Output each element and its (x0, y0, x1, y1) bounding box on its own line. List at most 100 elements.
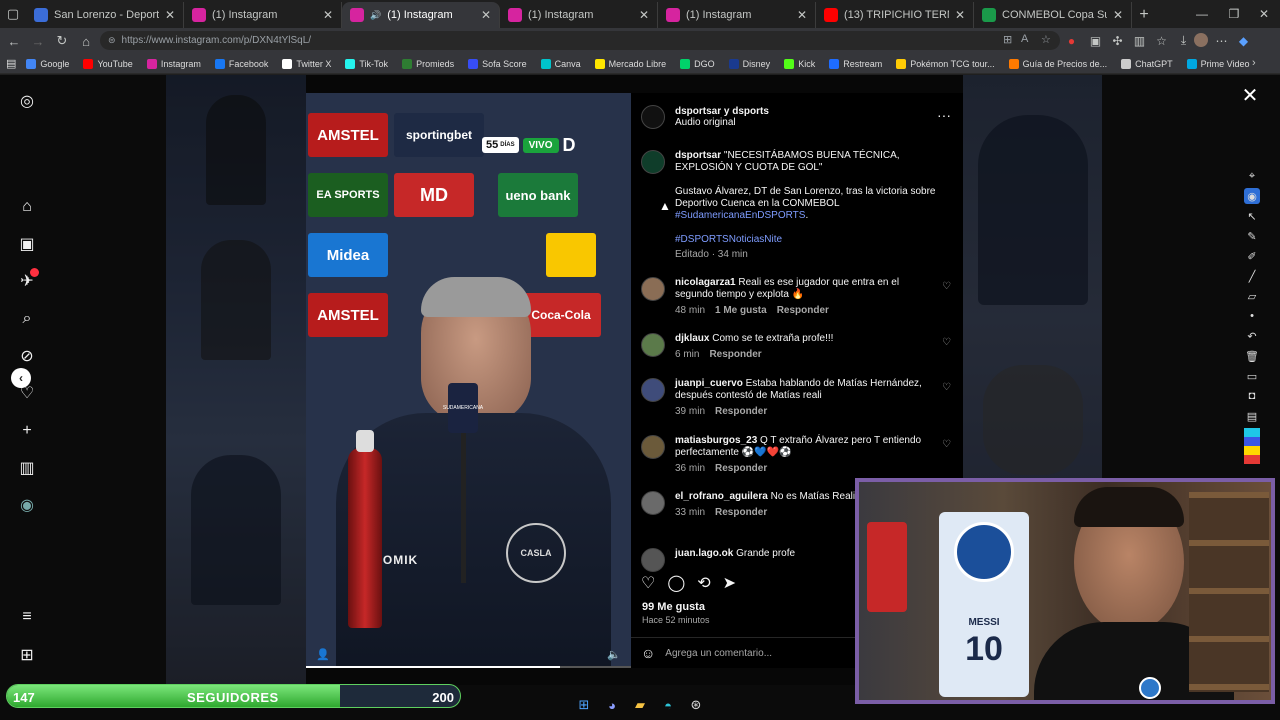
undo-icon[interactable]: ↶ (1244, 328, 1260, 344)
tab-close-icon[interactable]: ✕ (323, 8, 333, 22)
bookmark-item[interactable]: YouTube (83, 58, 133, 69)
line-icon[interactable]: ╱ (1244, 268, 1260, 284)
comment-input[interactable]: Agrega un comentario... (665, 648, 772, 659)
bookmark-item[interactable]: Restream (829, 58, 882, 69)
color-palette[interactable] (1244, 428, 1260, 464)
browser-tab-3[interactable]: (1) Instagram ✕ (500, 2, 658, 28)
bookmark-item[interactable]: Facebook (214, 58, 268, 69)
commenter-avatar[interactable] (641, 277, 665, 301)
minimize-icon[interactable]: — (1186, 0, 1218, 28)
commenter-avatar[interactable] (641, 333, 665, 357)
author-names[interactable]: dsportsar y dsports (675, 106, 769, 117)
file-explorer-icon[interactable]: ▰ (631, 696, 649, 714)
browser-tab-5[interactable]: (13) TRIPICHIO TERMINÓ DE LIQ ✕ (816, 2, 974, 28)
marker-icon[interactable]: ✐ (1244, 248, 1260, 264)
split-screen-icon[interactable]: ▥ (1130, 31, 1149, 50)
commenter-avatar[interactable] (641, 378, 665, 402)
more-options-icon[interactable]: ··· (937, 107, 951, 123)
favorites-icon[interactable]: ☆ (1152, 31, 1171, 50)
bookmark-item[interactable]: Google (26, 58, 69, 69)
reply-button[interactable]: Responder (715, 507, 767, 518)
tab-search-icon[interactable]: ▢ (0, 0, 26, 28)
bookmark-item[interactable]: Pokémon TCG tour... (896, 58, 995, 69)
commenter-username[interactable]: juanpi_cuervo (675, 378, 743, 389)
create-nav-icon[interactable]: + (17, 421, 37, 441)
audio-label[interactable]: Audio original (675, 117, 769, 129)
browser-tab-6[interactable]: CONMEBOL Copa Sudamericana ✕ (974, 2, 1132, 28)
comment-like-icon[interactable]: ♡ (942, 337, 951, 348)
repost-icon[interactable]: ⟲ (697, 573, 710, 593)
hashtag-noticias[interactable]: #DSPORTSNoticiasNite (675, 234, 950, 245)
comment-like-icon[interactable]: ♡ (942, 382, 951, 393)
forward-icon[interactable]: → (26, 29, 50, 53)
tab-close-icon[interactable]: ✕ (639, 8, 649, 22)
back-icon[interactable]: ← (2, 29, 26, 53)
caption-avatar[interactable] (641, 150, 665, 174)
search-nav-icon[interactable]: ⌕ (17, 309, 37, 329)
unmute-icon[interactable]: 🔈 (607, 648, 621, 661)
new-tab-button[interactable]: + (1132, 2, 1156, 28)
bookmark-item[interactable]: Canva (540, 58, 581, 69)
more-menu-icon[interactable]: ≡ (17, 607, 37, 627)
windows-start-icon[interactable]: ⊞ (575, 696, 593, 714)
site-info-icon[interactable]: ⊜ (108, 35, 116, 46)
dot-icon[interactable]: • (1244, 308, 1260, 324)
author-avatar[interactable] (641, 105, 665, 129)
comment-icon[interactable]: ◯ (667, 573, 685, 593)
bookmark-item[interactable]: Sofa Score (468, 58, 527, 69)
close-modal-icon[interactable]: ✕ (1240, 85, 1260, 107)
browser-tab-4[interactable]: (1) Instagram ✕ (658, 2, 816, 28)
bookmark-item[interactable]: Twitter X (282, 58, 331, 69)
hashtag-sudamericana[interactable]: #SudamericanaEnDSPORTS (675, 210, 805, 221)
caption-username[interactable]: dsportsar (675, 150, 721, 161)
reels-nav-icon[interactable]: ▣ (17, 234, 37, 254)
commenter-avatar[interactable] (641, 548, 665, 572)
maximize-icon[interactable]: ❐ (1218, 0, 1250, 28)
tagged-user-icon[interactable]: 👤 (316, 648, 330, 661)
reload-icon[interactable]: ↻ (50, 29, 74, 53)
install-app-icon[interactable]: ⊞ (1003, 33, 1012, 46)
dashboard-nav-icon[interactable]: ▥ (17, 458, 37, 478)
home-nav-icon[interactable]: ⌂ (17, 197, 37, 217)
commenter-username[interactable]: matiasburgos_23 (675, 435, 757, 446)
share-icon[interactable]: ➤ (723, 573, 736, 593)
camera-icon[interactable]: ◘ (1244, 388, 1260, 404)
commenter-avatar[interactable] (641, 491, 665, 515)
address-bar[interactable]: ⊜ https://www.instagram.com/p/DXN4tYlSqL… (100, 31, 1060, 50)
previous-post-button[interactable]: ‹ (11, 368, 31, 388)
likes-count[interactable]: 99 Me gusta (642, 601, 705, 613)
like-icon[interactable]: ♡ (641, 573, 655, 593)
tab-audio-icon[interactable]: 🔊 (370, 10, 381, 21)
discord-icon[interactable]: ◕ (603, 696, 621, 714)
browser-tab-2[interactable]: 🔊 (1) Instagram ✕ (342, 2, 500, 28)
comment-likes[interactable]: 1 Me gusta (715, 305, 767, 316)
commenter-avatar[interactable] (641, 435, 665, 459)
bookmark-item[interactable]: Instagram (146, 58, 201, 69)
profile-avatar[interactable] (1194, 33, 1208, 47)
commenter-username[interactable]: djklaux (675, 333, 709, 344)
emoji-icon[interactable]: ☺ (641, 645, 655, 661)
bookmark-item[interactable]: Tik-Tok (345, 58, 388, 69)
browser-tab-0[interactable]: San Lorenzo - Deportivo Cuenca e ✕ (26, 2, 184, 28)
close-window-icon[interactable]: ✕ (1248, 0, 1280, 28)
reply-button[interactable]: Responder (777, 305, 829, 316)
bookmark-item[interactable]: DGO (680, 58, 715, 69)
eraser-icon[interactable]: ▱ (1244, 288, 1260, 304)
commenter-username[interactable]: el_rofrano_aguilera (675, 491, 768, 502)
screen-icon[interactable]: ▭ (1244, 368, 1260, 384)
extension-icon[interactable]: ▣ (1086, 31, 1105, 50)
bookmark-item[interactable]: Guía de Precios de... (1008, 58, 1107, 69)
bookmark-item[interactable]: Kick (784, 58, 815, 69)
copilot-icon[interactable]: ◆ (1234, 31, 1253, 50)
commenter-username[interactable]: juan.lago.ok (675, 548, 733, 559)
obs-icon[interactable]: ⊛ (687, 696, 705, 714)
bookmark-item[interactable]: ChatGPT (1121, 58, 1173, 69)
eye-icon[interactable]: ◉ (1244, 188, 1260, 204)
read-aloud-icon[interactable]: A (1021, 33, 1028, 45)
comment-like-icon[interactable]: ♡ (942, 439, 951, 450)
pen-icon[interactable]: ✎ (1244, 228, 1260, 244)
bookmark-item[interactable]: Disney (728, 58, 770, 69)
reply-button[interactable]: Responder (715, 406, 767, 417)
also-from-meta-icon[interactable]: ⊞ (17, 645, 37, 665)
comment-like-icon[interactable]: ♡ (942, 281, 951, 292)
